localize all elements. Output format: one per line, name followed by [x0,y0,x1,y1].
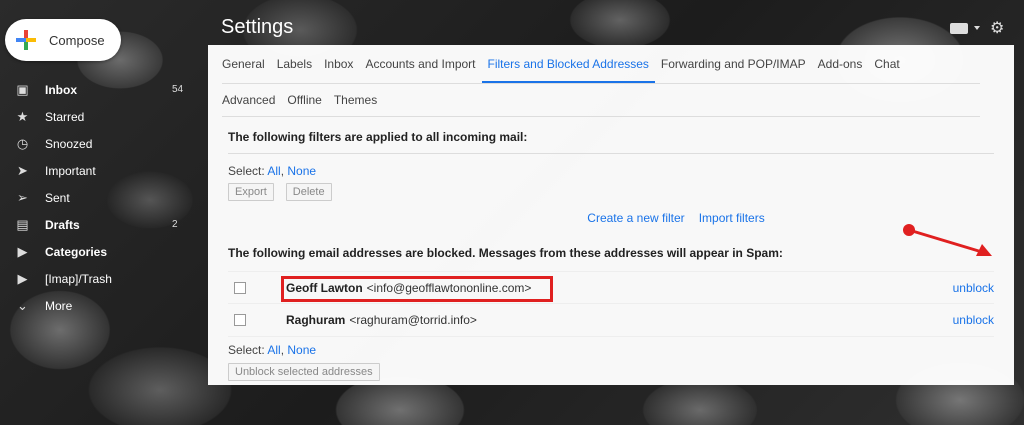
select-all-link[interactable]: All [267,164,280,178]
tab-themes[interactable]: Themes [334,84,377,116]
tab-inbox[interactable]: Inbox [324,45,353,83]
tab-general[interactable]: General [222,45,265,83]
filters-select-line: Select: All, None [228,164,317,178]
send-icon: ➢ [17,189,28,205]
caret-down-icon[interactable] [974,26,980,30]
tab-advanced[interactable]: Advanced [222,84,275,116]
tab-row-2: Advanced Offline Themes [222,84,1000,116]
select-label: Select: [228,343,265,357]
tab-row-1: General Labels Inbox Accounts and Import… [222,45,1000,83]
tab-add-ons[interactable]: Add-ons [818,45,863,83]
important-icon: ➤ [17,162,28,178]
sidebar-item-inbox[interactable]: ▣ Inbox 54 [0,76,200,103]
filter-links: Create a new filter Import filters [228,211,994,225]
chevron-down-icon: ⌄ [17,297,28,313]
row-checkbox[interactable] [234,314,246,326]
unblock-selected-wrapper: Unblock selected addresses [228,363,994,381]
unblock-link[interactable]: unblock [953,281,994,295]
settings-tabs: General Labels Inbox Accounts and Import… [208,45,1014,117]
label-icon: ▶ [17,270,28,286]
blocked-row: Raghuram <raghuram@torrid.info> unblock [228,304,994,337]
select-none-link[interactable]: None [287,343,316,357]
tab-divider [222,116,980,117]
sidebar-item-drafts[interactable]: ▤ Drafts 2 [0,211,200,238]
inbox-icon: ▣ [16,81,29,97]
sidebar-item-important[interactable]: ➤ Important [0,157,200,184]
create-filter-link[interactable]: Create a new filter [587,211,684,225]
sidebar-item-label: Snoozed [45,136,93,151]
tab-labels[interactable]: Labels [277,45,312,83]
settings-panel: General Labels Inbox Accounts and Import… [208,45,1014,385]
sidebar-item-snoozed[interactable]: ◷ Snoozed [0,130,200,157]
tab-filters-and-blocked-addresses[interactable]: Filters and Blocked Addresses [481,45,656,83]
unread-count: 54 [172,84,184,95]
blocked-select-line: Select: All, None [228,343,317,357]
star-icon: ★ [16,108,29,124]
unblock-link[interactable]: unblock [953,313,994,327]
delete-button[interactable]: Delete [285,183,332,201]
sidebar: Compose ▣ Inbox 54 ★ Starred ◷ Snoozed ➤… [0,0,200,425]
select-label: Select: [228,164,265,178]
blocked-list: Geoff Lawton <info@geofflawtononline.com… [228,271,994,337]
header-icons: ⚙ [950,18,1004,38]
draft-count: 2 [172,219,178,230]
compose-button[interactable]: Compose [5,19,121,61]
select-all-link[interactable]: All [267,343,280,357]
select-none-link[interactable]: None [287,164,316,178]
blocked-heading: The following email addresses are blocke… [228,246,783,260]
sidebar-item-sent[interactable]: ➢ Sent [0,184,200,211]
annotation-arrow-icon [903,224,992,256]
keyboard-icon[interactable] [950,22,968,34]
page-title: Settings [221,16,294,38]
blocked-row: Geoff Lawton <info@geofflawtononline.com… [228,271,994,304]
sidebar-item-label: More [45,298,73,313]
export-button[interactable]: Export [228,183,274,201]
filters-heading: The following filters are applied to all… [228,130,528,144]
sidebar-item-categories[interactable]: ▶ Categories [0,238,200,265]
filters-content: The following filters are applied to all… [208,127,1014,381]
sidebar-item-label: Starred [45,109,85,124]
sidebar-item-starred[interactable]: ★ Starred [0,103,200,130]
plus-icon [15,29,37,51]
tab-chat[interactable]: Chat [874,45,899,83]
sidebar-item-label: [Imap]/Trash [45,271,112,286]
tab-accounts-and-import[interactable]: Accounts and Import [365,45,475,83]
compose-label: Compose [49,32,105,48]
tab-offline[interactable]: Offline [287,84,321,116]
import-filters-link[interactable]: Import filters [699,211,765,225]
section-divider [228,153,994,154]
sidebar-item-label: Important [45,163,96,178]
sender-email: <raghuram@torrid.info> [349,313,477,327]
label-icon: ▶ [17,243,28,259]
sender-name: Raghuram [286,313,346,327]
tab-forwarding-and-pop-imap[interactable]: Forwarding and POP/IMAP [661,45,806,83]
filter-buttons: Export Delete [228,183,994,201]
sidebar-item-label: Sent [45,190,70,205]
draft-icon: ▤ [16,216,29,232]
clock-icon: ◷ [16,135,29,151]
sidebar-item-more[interactable]: ⌄ More [0,292,200,319]
sidebar-item-label: Categories [45,244,108,259]
annotation-highlight-box [281,276,553,302]
unblock-selected-button[interactable]: Unblock selected addresses [228,363,380,381]
row-checkbox[interactable] [234,281,246,294]
gear-icon[interactable]: ⚙ [990,18,1004,38]
sidebar-nav: ▣ Inbox 54 ★ Starred ◷ Snoozed ➤ Importa… [0,76,200,319]
sidebar-item-trash[interactable]: ▶ [Imap]/Trash [0,265,200,292]
